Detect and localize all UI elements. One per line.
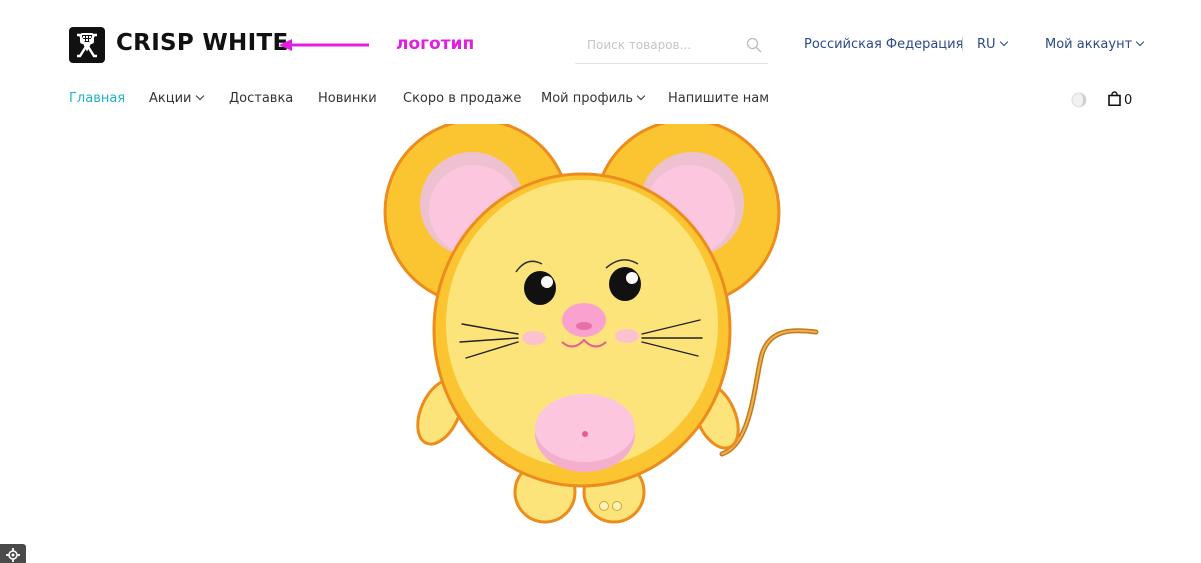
slider-image-mouse (383, 124, 819, 524)
logo-icon[interactable] (69, 27, 105, 63)
chevron-down-icon (195, 91, 204, 101)
annotation-arrow-icon (279, 39, 369, 51)
slider-pagination (599, 496, 625, 515)
nav-item-label: Мой профиль (541, 91, 633, 106)
chevron-down-icon (1135, 37, 1145, 47)
nav-item-promotions[interactable]: Акции (149, 91, 204, 106)
language-selector[interactable]: RU (977, 37, 1008, 52)
nav-item-profile[interactable]: Мой профиль (541, 91, 646, 106)
logo-mark-icon (77, 33, 97, 58)
nav-item-contact[interactable]: Напишите нам (668, 91, 769, 106)
account-menu[interactable]: Мой аккаунт (1045, 37, 1145, 52)
nav-item-delivery[interactable]: Доставка (229, 91, 293, 106)
settings-button[interactable] (0, 544, 26, 563)
chevron-down-icon (636, 91, 646, 101)
search-box (575, 28, 768, 64)
nav-item-home[interactable]: Главная (69, 91, 125, 106)
region-selector[interactable]: Российская Федерация (804, 37, 963, 52)
divider (962, 37, 963, 51)
cart-button[interactable]: 0 (1108, 91, 1132, 108)
cart-count: 0 (1124, 93, 1133, 108)
slider-dot[interactable] (612, 501, 622, 511)
search-input[interactable] (587, 36, 737, 54)
gear-icon (6, 548, 20, 562)
nav-item-new[interactable]: Новинки (318, 91, 377, 106)
chevron-down-icon (999, 37, 1008, 47)
theme-toggle-icon[interactable] (1071, 92, 1087, 108)
language-label: RU (977, 37, 996, 52)
nav-item-coming-soon[interactable]: Скоро в продаже (403, 91, 521, 106)
account-label: Мой аккаунт (1045, 37, 1133, 52)
search-icon[interactable] (746, 37, 762, 53)
cart-icon (1108, 91, 1121, 107)
nav-item-label: Акции (149, 91, 192, 106)
annotation-label: логотип (396, 34, 475, 54)
slider-dot[interactable] (599, 501, 609, 511)
logo-text[interactable]: CRISP WHITE (116, 30, 288, 56)
